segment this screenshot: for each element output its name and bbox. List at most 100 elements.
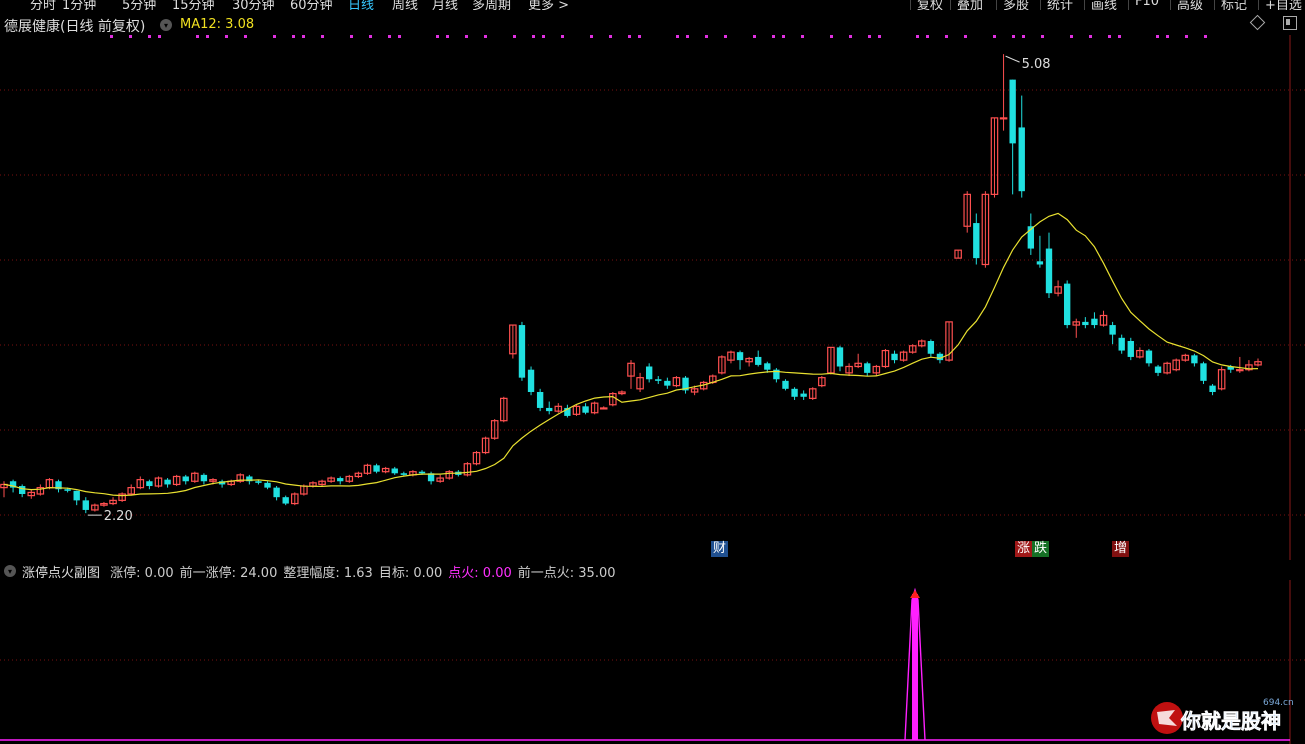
signal-dot — [724, 35, 727, 38]
signal-dot — [206, 35, 209, 38]
candle-body — [82, 500, 89, 510]
signal-dot — [388, 35, 391, 38]
candle-body — [1191, 355, 1198, 364]
restore-window-icon[interactable] — [1283, 16, 1297, 30]
signal-dot — [1185, 35, 1188, 38]
period-tab-8[interactable]: 月线 — [432, 0, 458, 10]
candle-body — [400, 473, 408, 475]
signal-dot — [1022, 35, 1025, 38]
signal-dot — [158, 35, 161, 38]
candle-body — [864, 363, 871, 373]
signal-dot — [244, 35, 247, 38]
candle-body — [64, 489, 71, 491]
signal-dot — [628, 35, 631, 38]
ignite-arrow — [910, 590, 920, 598]
signal-dot — [196, 35, 199, 38]
signal-dot — [676, 35, 679, 38]
toolbar-button-6[interactable]: 高级 — [1170, 0, 1209, 10]
signal-dot — [1156, 35, 1159, 38]
candle-body — [1109, 325, 1116, 335]
signal-dot — [1012, 35, 1015, 38]
candle-body — [1063, 283, 1071, 326]
signal-dot — [590, 35, 593, 38]
signal-dot — [542, 35, 545, 38]
candle-body — [1236, 369, 1244, 372]
signal-dot — [1041, 35, 1044, 38]
candle-body — [273, 487, 280, 498]
signal-dot — [878, 35, 881, 38]
candle-body — [1009, 79, 1016, 144]
sub-value-0: 涨停: 0.00 — [110, 566, 174, 581]
tag-zhang[interactable]: 涨 — [1015, 541, 1033, 557]
watermark-text: 你就是股神 — [1180, 709, 1281, 733]
candle-body — [546, 407, 553, 412]
candle-body — [536, 392, 544, 408]
period-tab-4[interactable]: 30分钟 — [232, 0, 275, 10]
signal-dot — [532, 35, 535, 38]
ignite-spike-bar — [912, 594, 918, 740]
signal-dot — [1204, 35, 1207, 38]
sub-indicator-name[interactable]: 涨停点火副图 — [22, 566, 100, 581]
candle-body — [391, 468, 398, 474]
signal-dot — [1118, 35, 1121, 38]
watermark-site: 694.cn — [1263, 698, 1294, 708]
candle-body — [791, 388, 798, 397]
candle-body — [18, 486, 26, 494]
signal-dot — [1166, 35, 1169, 38]
period-tab-7[interactable]: 周线 — [392, 0, 418, 10]
period-tab-10[interactable]: 更多 > — [528, 0, 569, 10]
period-tab-9[interactable]: 多周期 — [472, 0, 511, 10]
signal-dot — [1108, 35, 1111, 38]
sub-value-4: 点火: 0.00 — [448, 566, 512, 581]
signal-dot — [398, 35, 401, 38]
signal-dot — [993, 35, 996, 38]
candle-body — [337, 478, 344, 482]
signal-dot — [292, 35, 295, 38]
tag-caibao[interactable]: 财 — [711, 541, 729, 557]
low-label: 2.20 — [104, 509, 133, 524]
period-tab-1[interactable]: 1分钟 — [62, 0, 96, 10]
tag-zeng[interactable]: 增 — [1112, 541, 1130, 557]
period-tab-2[interactable]: 5分钟 — [122, 0, 156, 10]
sub-value-2: 整理幅度: 1.63 — [283, 566, 373, 581]
period-tab-6[interactable]: 日线 — [348, 0, 374, 10]
toolbar-button-4[interactable]: 画线 — [1084, 0, 1123, 10]
candle-body — [836, 347, 844, 367]
candle-body — [599, 407, 608, 410]
period-tab-0[interactable]: 分时 — [30, 0, 56, 10]
signal-dot — [849, 35, 852, 38]
sub-value-5: 前一点火: 35.00 — [517, 566, 616, 581]
toolbar-button-5[interactable]: F10 — [1128, 0, 1165, 10]
stock-title[interactable]: 德展健康(日线 前复权) — [4, 16, 145, 36]
toolbar-button-7[interactable]: 标记 — [1214, 0, 1253, 10]
signal-dot — [1089, 35, 1092, 38]
signal-dot — [110, 35, 113, 38]
candle-body — [527, 369, 535, 392]
toolbar-button-3[interactable]: 统计 — [1040, 0, 1079, 10]
candle-body — [764, 363, 771, 370]
candle-body — [146, 481, 153, 487]
signal-dot — [561, 35, 564, 38]
sub-value-1: 前一涨停: 24.00 — [179, 566, 278, 581]
candlestick-chart: 5.08 2.20 — [0, 35, 1305, 560]
signal-dot — [465, 35, 468, 38]
period-tab-5[interactable]: 60分钟 — [290, 0, 333, 10]
signal-dot — [926, 35, 929, 38]
toolbar-button-8[interactable]: +自选 — [1258, 0, 1305, 10]
signal-dot — [705, 35, 708, 38]
toolbar-button-1[interactable]: 叠加 — [950, 0, 989, 10]
sub-value-3: 目标: 0.00 — [378, 566, 443, 581]
candle-body — [264, 482, 271, 488]
candle-body — [518, 325, 526, 378]
diamond-icon[interactable] — [1249, 14, 1266, 31]
candle-body — [664, 380, 671, 386]
candle-body — [999, 117, 1008, 120]
toolbar-button-0[interactable]: 复权 — [910, 0, 949, 10]
ma-label: MA12: 3.08 — [180, 17, 255, 32]
candle-body — [655, 379, 662, 381]
period-tab-3[interactable]: 15分钟 — [172, 0, 215, 10]
toolbar-button-2[interactable]: 多股 — [996, 0, 1035, 10]
sub-collapse-icon[interactable]: ▾ — [4, 565, 16, 577]
collapse-icon[interactable]: ▾ — [160, 19, 172, 31]
tag-die[interactable]: 跌 — [1032, 541, 1050, 557]
